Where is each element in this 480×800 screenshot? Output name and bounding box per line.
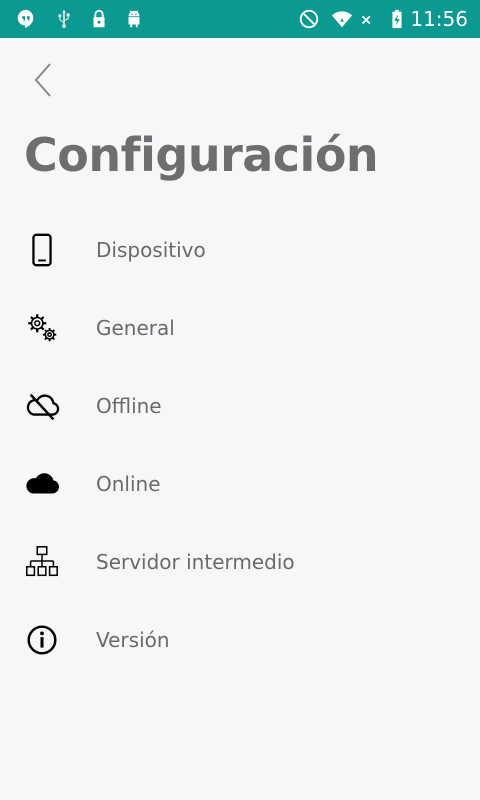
dnd-icon — [297, 7, 321, 31]
phone-icon — [22, 230, 62, 270]
cloud-off-icon — [22, 386, 62, 426]
settings-item-label: General — [96, 316, 175, 340]
settings-item-label: Servidor intermedio — [96, 550, 295, 574]
android-icon — [122, 7, 146, 31]
usb-icon — [52, 7, 76, 31]
wifi-icon — [330, 7, 354, 31]
cloud-icon — [22, 464, 62, 504]
no-signal-icon — [356, 7, 380, 31]
gears-icon — [22, 308, 62, 348]
settings-item-servidor-intermedio[interactable]: Servidor intermedio — [0, 523, 480, 601]
settings-item-label: Dispositivo — [96, 238, 206, 262]
status-time: 11:56 — [410, 7, 468, 31]
settings-item-dispositivo[interactable]: Dispositivo — [0, 211, 480, 289]
settings-item-label: Versión — [96, 628, 170, 652]
battery-charging-icon — [385, 7, 409, 31]
settings-item-online[interactable]: Online — [0, 445, 480, 523]
settings-item-label: Offline — [96, 394, 162, 418]
settings-item-general[interactable]: General — [0, 289, 480, 367]
lock-icon — [87, 7, 111, 31]
settings-item-version[interactable]: Versión — [0, 601, 480, 679]
hangouts-icon — [14, 7, 38, 31]
page-title: Configuración — [24, 128, 379, 182]
status-bar: 11:56 — [0, 0, 480, 38]
network-icon — [22, 542, 62, 582]
settings-list: Dispositivo General Offline Online Servi… — [0, 211, 480, 679]
settings-item-label: Online — [96, 472, 161, 496]
chevron-left-icon — [34, 63, 51, 97]
settings-item-offline[interactable]: Offline — [0, 367, 480, 445]
info-icon — [22, 620, 62, 660]
back-button[interactable] — [26, 60, 60, 100]
